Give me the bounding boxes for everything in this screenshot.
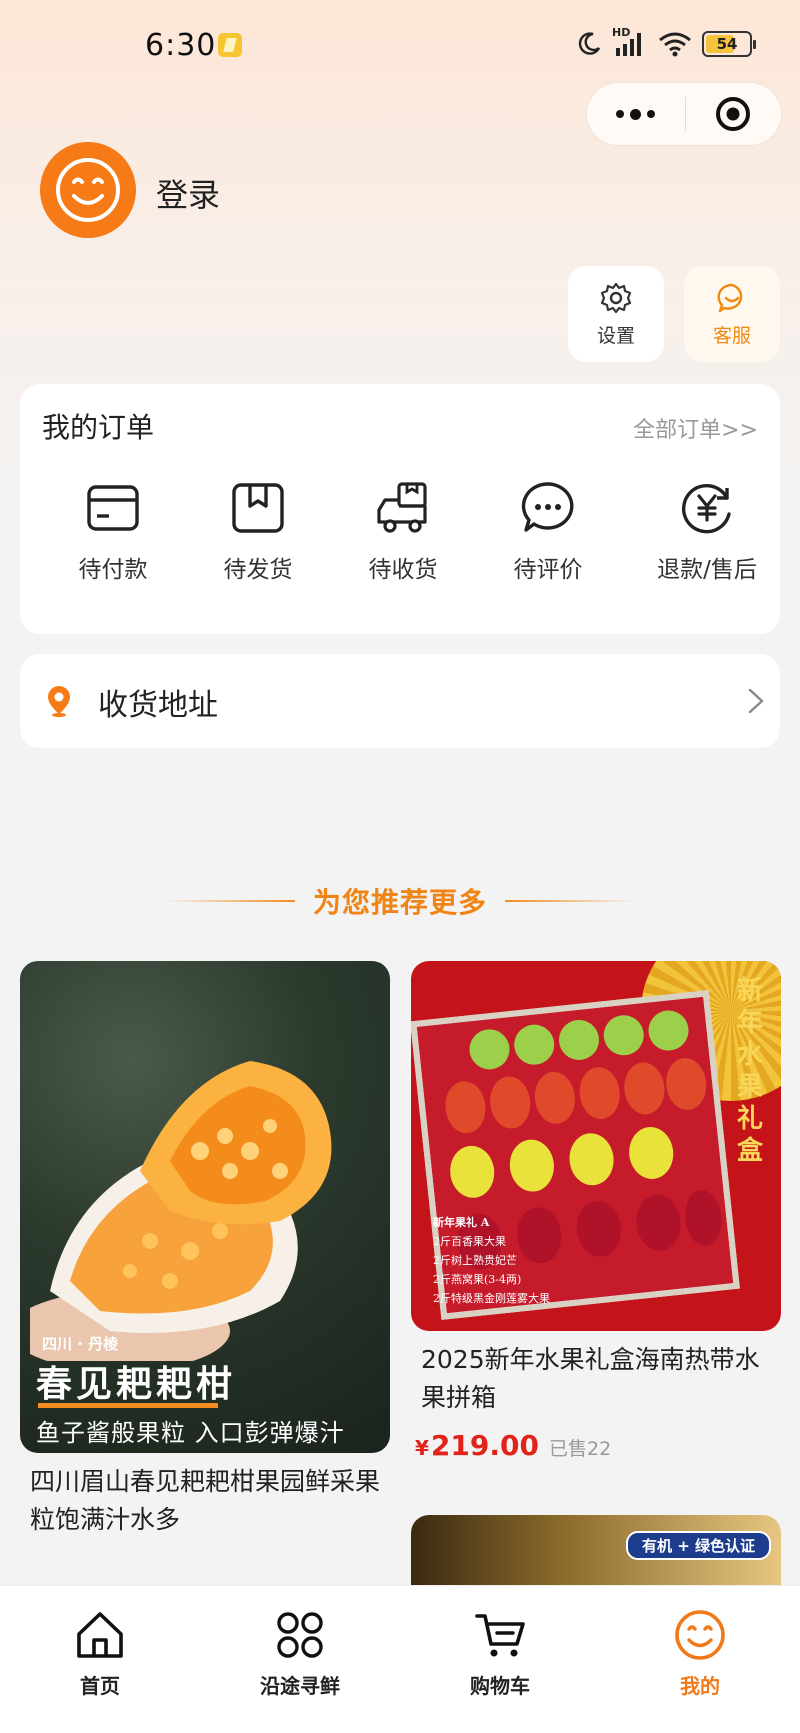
order-item-label: 退款/售后 <box>657 557 757 583</box>
price-currency: ¥ <box>415 1436 429 1460</box>
product-card[interactable]: 有机 + 绿色认证 <box>411 1515 781 1595</box>
product-card[interactable]: 新年水果礼盒 新年果礼 A 2斤百香果大果 2斤树上熟贵妃芒 2斤燕窝果(3-4… <box>411 961 781 1462</box>
address-label: 收货地址 <box>98 688 218 723</box>
order-refund-aftersale[interactable]: 退款/售后 <box>642 480 772 584</box>
notification-icon <box>218 33 242 57</box>
headline-underline <box>38 1403 218 1408</box>
tab-label: 购物车 <box>470 1674 530 1698</box>
image-vertical-title: 新年水果礼盒 <box>736 976 763 1166</box>
order-item-label: 待评价 <box>513 557 583 583</box>
tab-home[interactable]: 首页 <box>40 1608 160 1699</box>
sold-count: 已售22 <box>548 1438 612 1460</box>
discover-icon <box>277 1612 323 1658</box>
card-icon <box>87 485 139 531</box>
truck-icon <box>377 482 427 533</box>
avatar[interactable] <box>40 142 136 238</box>
orders-title: 我的订单 <box>42 411 155 444</box>
bottom-tab-bar: 首页 沿途寻鲜 购物车 我的 <box>0 1585 800 1733</box>
image-note-line: 新年果礼 A <box>433 1216 490 1229</box>
image-region-text: 四川 · 丹棱 <box>42 1335 119 1353</box>
image-note: 新年果礼 A 2斤百香果大果 2斤树上熟贵妃芒 2斤燕窝果(3-4两) 2斤特级… <box>433 1213 550 1308</box>
image-headline: 春见耙耙柑 <box>36 1363 237 1405</box>
all-orders-link[interactable]: 全部订单>> <box>633 412 758 444</box>
orders-card: 我的订单 全部订单>> 待付款 待发货 待收货 待评价 退款/售后 <box>20 384 780 634</box>
recommend-title: 为您推荐更多 <box>312 886 487 919</box>
tab-label: 我的 <box>680 1674 720 1698</box>
location-pin-icon <box>48 686 70 717</box>
tab-label: 首页 <box>80 1674 120 1698</box>
order-item-label: 待收货 <box>368 557 438 583</box>
gear-icon <box>600 282 632 313</box>
product-title: 四川眉山春见耙耙柑果园鲜采果粒饱满汁水多 <box>30 1467 381 1534</box>
smiley-icon <box>56 158 120 222</box>
tab-cart[interactable]: 购物车 <box>440 1608 560 1699</box>
settings-button[interactable]: 设置 <box>568 266 664 362</box>
customer-service-button[interactable]: 客服 <box>684 266 780 362</box>
image-note-line: 2斤百香果大果 <box>433 1235 506 1248</box>
tab-discover[interactable]: 沿途寻鲜 <box>240 1608 360 1699</box>
recommend-header: 为您推荐更多 <box>0 876 800 926</box>
image-subtitle: 鱼子酱般果粒 入口彭弹爆汁 <box>36 1419 345 1447</box>
citrus-image <box>30 1061 332 1361</box>
battery-level: 54 <box>716 35 738 53</box>
product-card[interactable]: 四川 · 丹棱 春见耙耙柑 鱼子酱般果粒 入口彭弹爆汁 四川眉山春见耙耙柑果园鲜… <box>20 961 390 1539</box>
product-image: 有机 + 绿色认证 <box>411 1515 781 1595</box>
image-note-line: 2斤树上熟贵妃芒 <box>433 1254 517 1267</box>
product-image: 四川 · 丹棱 春见耙耙柑 鱼子酱般果粒 入口彭弹爆汁 <box>20 961 390 1453</box>
image-note-line: 2斤特级黑金刚莲雾大果 <box>433 1292 550 1305</box>
tab-label: 沿途寻鲜 <box>260 1674 340 1698</box>
certification-badge: 有机 + 绿色认证 <box>625 1531 771 1560</box>
product-image: 新年水果礼盒 新年果礼 A 2斤百香果大果 2斤树上熟贵妃芒 2斤燕窝果(3-4… <box>411 961 781 1331</box>
divider-line <box>505 900 635 902</box>
signal-icon: HD <box>612 26 648 58</box>
price-row: ¥ 219.00 已售22 <box>411 1417 781 1462</box>
chat-bubble-icon <box>521 482 574 532</box>
order-pending-review[interactable]: 待评价 <box>483 480 613 584</box>
order-pending-receipt[interactable]: 待收货 <box>338 480 468 584</box>
more-dots-icon[interactable] <box>587 82 685 146</box>
product-price: 219.00 <box>430 1429 539 1462</box>
wifi-icon <box>659 32 691 57</box>
order-item-label: 待发货 <box>223 557 293 583</box>
status-indicators: HD 54 <box>576 26 756 58</box>
order-pending-payment[interactable]: 待付款 <box>48 480 178 584</box>
battery-icon: 54 <box>702 31 756 57</box>
cart-icon <box>475 1614 525 1657</box>
order-item-label: 待付款 <box>78 557 148 583</box>
smiley-icon <box>675 1610 725 1660</box>
order-status-row: 待付款 待发货 待收货 待评价 退款/售后 <box>20 480 780 610</box>
moon-icon <box>578 32 601 55</box>
status-time: 6:30 <box>145 28 217 63</box>
login-link[interactable]: 登录 <box>156 170 220 216</box>
service-chat-icon <box>717 283 743 312</box>
divider-line <box>164 900 295 902</box>
image-note-line: 2斤燕窝果(3-4两) <box>433 1273 522 1286</box>
box-icon <box>232 483 284 533</box>
settings-label: 设置 <box>596 324 635 347</box>
miniprogram-capsule <box>586 82 782 146</box>
product-title: 2025新年水果礼盒海南热带水果拼箱 <box>421 1345 760 1412</box>
refund-yen-icon <box>681 484 731 534</box>
target-icon[interactable] <box>686 82 782 146</box>
address-row[interactable]: 收货地址 <box>20 654 780 748</box>
order-pending-shipment[interactable]: 待发货 <box>193 480 323 584</box>
tab-mine[interactable]: 我的 <box>640 1608 760 1699</box>
chevron-right-icon <box>748 688 764 714</box>
home-icon <box>77 1612 123 1658</box>
service-label: 客服 <box>712 324 751 347</box>
